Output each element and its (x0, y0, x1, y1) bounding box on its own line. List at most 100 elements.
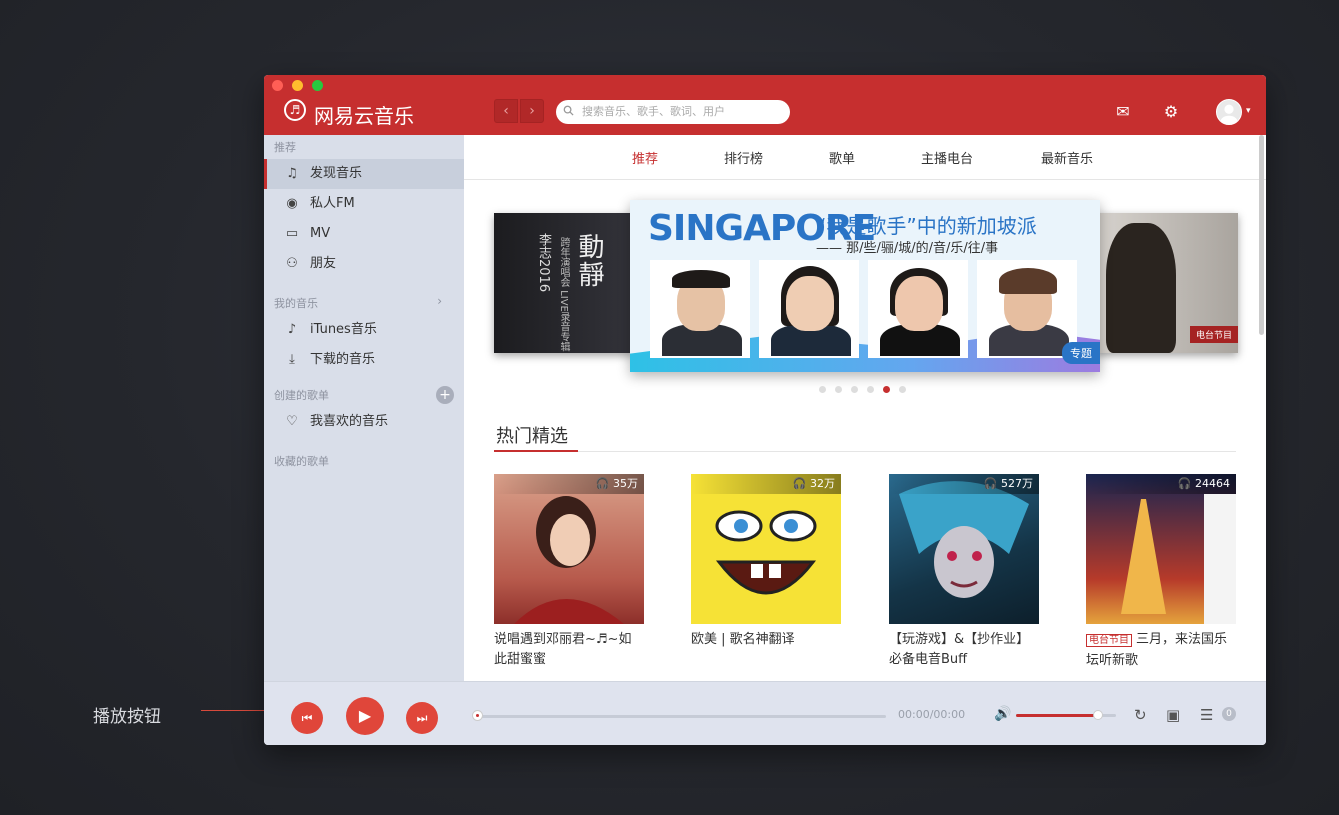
app-window: ♬ 网易云音乐 ‹ › 搜索音乐、歌手、歌词、用户 ✉ ⚙ ▾ 推荐 ♫ 发现音… (264, 75, 1266, 745)
close-window-button[interactable] (272, 80, 283, 91)
playlist-card[interactable]: 🎧 35万 说唱遇到邓丽君~♬~如此甜蜜蜜 (494, 474, 644, 670)
carousel-dot[interactable] (835, 386, 842, 393)
section-title: 我的音乐 (274, 297, 318, 310)
previous-track-button[interactable]: ⏮ (291, 702, 323, 734)
sidebar-item-label: MV (310, 226, 331, 241)
banner-singer-photo (650, 260, 750, 358)
carousel-dot[interactable] (819, 386, 826, 393)
carousel-dot[interactable] (899, 386, 906, 393)
progress-handle[interactable] (472, 710, 483, 721)
banner-subline: —— 那/些/骊/城/的/音/乐/往/事 (816, 241, 999, 256)
playlist-card[interactable]: 🎧 32万 欧美 | 歌名神翻译 (691, 474, 841, 650)
title-bar: ♬ 网易云音乐 ‹ › 搜索音乐、歌手、歌词、用户 ✉ ⚙ ▾ (264, 75, 1266, 135)
play-button[interactable]: ▶ (346, 697, 384, 735)
hot-section-title: 热门精选 (496, 426, 568, 447)
volume-slider[interactable] (1016, 710, 1116, 720)
sidebar-item-downloaded-music[interactable]: ⤓ 下载的音乐 (264, 345, 464, 375)
sidebar-section-collected-playlists: 收藏的歌单 (274, 455, 329, 468)
play-count: 🎧 32万 (691, 474, 841, 494)
play-count: 🎧 527万 (889, 474, 1039, 494)
sidebar-item-liked-music[interactable]: ♡ 我喜欢的音乐 (264, 407, 464, 437)
sidebar-item-mv[interactable]: ▭ MV (264, 219, 464, 249)
singer-hair (672, 270, 730, 288)
cover-art-portrait (514, 496, 624, 624)
tab-playlists[interactable]: 歌单 (829, 148, 855, 167)
playlist-queue-icon[interactable]: ☰ (1200, 706, 1213, 724)
progress-bar[interactable] (472, 710, 886, 721)
friends-icon: ⚇ (286, 256, 298, 271)
playlist-cover[interactable]: 🎧 32万 (691, 474, 841, 624)
radio-wave-icon: ◉ (286, 196, 298, 211)
sidebar-section-my-music[interactable]: 我的音乐 › (274, 294, 454, 311)
add-playlist-icon[interactable]: + (436, 386, 454, 404)
volume-icon[interactable]: 🔊 (994, 706, 1011, 722)
playlist-cover[interactable]: 🎧 527万 (889, 474, 1039, 624)
banner-singer-photo (977, 260, 1077, 358)
playlist-title[interactable]: 电台节目 三月，来法国乐坛听新歌 (1086, 630, 1236, 671)
itunes-icon: ♪ (287, 322, 297, 337)
netease-logo-icon: ♬ (284, 99, 306, 121)
carousel-dot[interactable] (867, 386, 874, 393)
sidebar-item-discover-music[interactable]: ♫ 发现音乐 (264, 159, 464, 189)
settings-gear-icon[interactable]: ⚙ (1162, 103, 1180, 121)
volume-handle[interactable] (1093, 710, 1103, 720)
play-count: 🎧 24464 (1086, 474, 1236, 494)
minimize-window-button[interactable] (292, 80, 303, 91)
tab-charts[interactable]: 排行榜 (724, 148, 763, 167)
playlist-cover[interactable]: 🎧 35万 (494, 474, 644, 624)
sidebar-item-private-fm[interactable]: ◉ 私人FM (264, 189, 464, 219)
banner-left-artist: 李志2016 (536, 233, 551, 293)
loop-mode-icon[interactable]: ↻ (1134, 706, 1147, 724)
tab-dj-radio[interactable]: 主播电台 (921, 148, 973, 167)
sidebar-item-label: 私人FM (310, 196, 355, 211)
playlist-title[interactable]: 欧美 | 歌名神翻译 (691, 630, 841, 650)
user-avatar[interactable] (1216, 99, 1242, 125)
carousel-dot[interactable] (851, 386, 858, 393)
singer-face (895, 276, 943, 331)
banner-tag: 专题 (1062, 342, 1100, 364)
banner-left-album[interactable]: 動靜 跨年演唱会 LIVE录音专辑 李志2016 (494, 213, 634, 353)
mail-icon[interactable]: ✉ (1114, 103, 1132, 121)
sidebar-item-itunes-music[interactable]: ♪ iTunes音乐 (264, 315, 464, 345)
lyrics-icon[interactable]: ▣ (1166, 706, 1180, 724)
main-scrollbar[interactable] (1259, 135, 1264, 335)
avatar-dropdown-icon[interactable]: ▾ (1246, 106, 1251, 116)
playlist-title[interactable]: 说唱遇到邓丽君~♬~如此甜蜜蜜 (494, 630, 644, 670)
tab-bar: 推荐 排行榜 歌单 主播电台 最新音乐 (464, 135, 1266, 180)
user-avatar-icon (1220, 104, 1238, 124)
tv-icon: ▭ (285, 226, 299, 241)
tab-recommend[interactable]: 推荐 (632, 148, 658, 167)
next-track-button[interactable]: ⏭ (406, 702, 438, 734)
annotation-label: 播放按钮 (93, 707, 161, 727)
banner-singer-photo (868, 260, 968, 358)
sidebar-item-friends[interactable]: ⚇ 朋友 (264, 249, 464, 279)
banner-right-program[interactable]: 电台节目 (1096, 213, 1238, 353)
maximize-window-button[interactable] (312, 80, 323, 91)
sidebar: 推荐 ♫ 发现音乐 ◉ 私人FM ▭ MV ⚇ 朋友 我的音乐 › ♪ iTun… (264, 135, 464, 681)
download-icon: ⤓ (289, 352, 295, 367)
playlist-card[interactable]: 🎧 527万 【玩游戏】&【抄作业】必备电音Buff (889, 474, 1039, 670)
active-indicator (264, 159, 267, 189)
playlist-title[interactable]: 【玩游戏】&【抄作业】必备电音Buff (889, 630, 1039, 670)
heart-icon: ♡ (286, 414, 298, 429)
nav-forward-button[interactable]: › (520, 99, 544, 123)
sidebar-item-label: iTunes音乐 (310, 322, 377, 337)
nav-back-button[interactable]: ‹ (494, 99, 518, 123)
play-count-value: 32万 (810, 477, 835, 490)
search-input[interactable]: 搜索音乐、歌手、歌词、用户 (556, 100, 790, 124)
hot-underline (494, 450, 578, 452)
main-content: 推荐 排行榜 歌单 主播电台 最新音乐 動靜 跨年演唱会 LIVE录音专辑 李志… (464, 135, 1266, 681)
playlist-card[interactable]: 🎧 24464 电台节目 三月，来法国乐坛听新歌 (1086, 474, 1236, 671)
banner-main[interactable]: SINGAPORE “我是歌手”中的新加坡派 —— 那/些/骊/城/的/音/乐/… (630, 200, 1100, 372)
singer-hair (999, 268, 1057, 294)
search-icon (563, 105, 574, 116)
tab-new-music[interactable]: 最新音乐 (1041, 148, 1093, 167)
volume-level (1016, 714, 1098, 717)
playlist-cover[interactable]: 🎧 24464 (1086, 474, 1236, 624)
hot-divider (494, 451, 1236, 452)
sidebar-section-created-playlists: 创建的歌单 (274, 389, 329, 402)
carousel-dot-active[interactable] (883, 386, 890, 393)
queue-count-badge: 0 (1222, 707, 1236, 721)
sidebar-item-label: 下载的音乐 (310, 352, 376, 367)
chevron-right-icon[interactable]: › (437, 294, 442, 308)
